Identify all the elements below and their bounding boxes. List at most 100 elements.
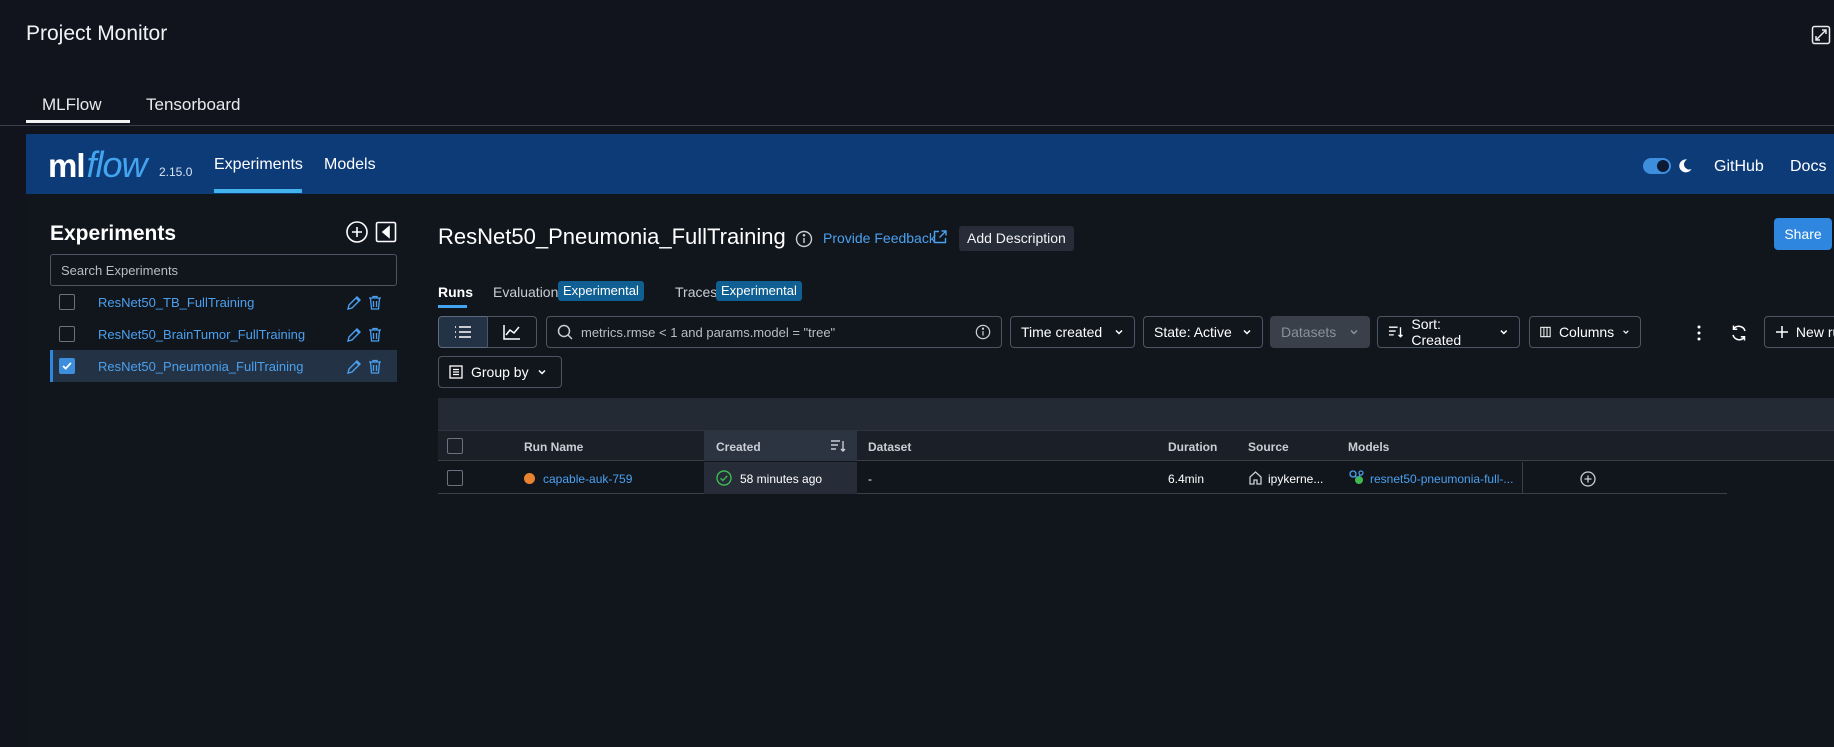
refresh-icon[interactable] <box>1730 324 1748 342</box>
th-models[interactable]: Models <box>1348 440 1389 454</box>
add-experiment-icon[interactable] <box>345 220 369 244</box>
th-run-name[interactable]: Run Name <box>524 440 583 454</box>
model-link[interactable]: resnet50-pneumonia-full-... <box>1370 472 1513 486</box>
trash-icon[interactable] <box>368 359 382 374</box>
nav-experiments[interactable]: Experiments <box>214 156 303 174</box>
runs-search-input[interactable]: metrics.rmse < 1 and params.model = "tre… <box>546 316 1002 348</box>
model-icon <box>1349 470 1364 484</box>
tab-traces[interactable]: Traces <box>675 284 717 300</box>
sort-dropdown[interactable]: Sort: Created <box>1377 316 1520 348</box>
expand-icon[interactable] <box>1811 25 1831 45</box>
dataset-value: - <box>868 472 872 486</box>
new-run-label: New run <box>1795 324 1834 340</box>
tab-mlflow[interactable]: MLFlow <box>42 95 102 115</box>
chart-view-button[interactable] <box>487 316 537 348</box>
sort-desc-icon[interactable] <box>830 439 846 453</box>
toggle-knob <box>1657 160 1669 172</box>
tab-runs[interactable]: Runs <box>438 284 473 300</box>
info-icon[interactable] <box>795 230 813 248</box>
search-icon <box>557 324 573 340</box>
experiment-item-selected[interactable]: ResNet50_Pneumonia_FullTraining <box>50 350 397 382</box>
experiment-checkbox-checked[interactable] <box>59 358 75 374</box>
tab-divider <box>0 125 1834 126</box>
experimental-badge: Experimental <box>558 281 644 301</box>
experiment-title: ResNet50_Pneumonia_FullTraining <box>438 224 786 249</box>
mlflow-frame: ml flow 2.15.0 Experiments Models GitHub … <box>26 134 1834 747</box>
row-checkbox[interactable] <box>447 470 463 486</box>
datasets-dropdown[interactable]: Datasets <box>1270 316 1370 348</box>
experiment-name[interactable]: ResNet50_TB_FullTraining <box>98 295 254 310</box>
edit-icon[interactable] <box>346 359 362 375</box>
experiment-item[interactable]: ResNet50_TB_FullTraining <box>50 286 397 318</box>
experiment-checkbox[interactable] <box>59 294 75 310</box>
th-created[interactable]: Created <box>716 440 761 454</box>
logo-ml-text: ml <box>48 147 86 184</box>
more-options-icon[interactable] <box>1690 324 1708 342</box>
th-dataset[interactable]: Dataset <box>868 440 911 454</box>
external-link-icon[interactable] <box>932 229 948 245</box>
runs-tab-indicator <box>438 305 467 308</box>
version-label: 2.15.0 <box>159 165 193 179</box>
duration-value: 6.4min <box>1168 472 1205 486</box>
edit-icon[interactable] <box>346 327 362 343</box>
chevron-down-icon <box>1350 329 1358 335</box>
tab-tensorboard[interactable]: Tensorboard <box>146 95 241 115</box>
add-column-icon[interactable] <box>1580 471 1596 487</box>
experiment-name[interactable]: ResNet50_BrainTumor_FullTraining <box>98 327 305 342</box>
search-experiments-input[interactable] <box>50 254 397 286</box>
moon-icon <box>1679 159 1692 173</box>
add-description-button[interactable]: Add Description <box>959 226 1074 251</box>
collapse-sidebar-icon[interactable] <box>375 221 397 243</box>
plus-icon <box>1775 326 1788 338</box>
share-button[interactable]: Share <box>1774 218 1832 250</box>
run-status-dot <box>524 473 535 484</box>
table-row[interactable]: capable-auk-759 58 minutes ago - 6.4min … <box>438 462 1727 494</box>
datasets-label: Datasets <box>1281 324 1337 340</box>
list-view-button[interactable] <box>438 316 488 348</box>
list-icon <box>455 326 471 338</box>
time-created-label: Time created <box>1021 324 1103 340</box>
provide-feedback-link[interactable]: Provide Feedback <box>823 230 936 246</box>
time-created-dropdown[interactable]: Time created <box>1010 316 1135 348</box>
th-duration[interactable]: Duration <box>1168 440 1217 454</box>
source-value[interactable]: ipykerne... <box>1268 472 1323 486</box>
column-divider <box>1522 462 1523 494</box>
group-by-dropdown[interactable]: Group by <box>438 356 562 388</box>
columns-dropdown[interactable]: Columns <box>1529 316 1641 348</box>
notebook-icon <box>1249 471 1262 485</box>
th-source[interactable]: Source <box>1248 440 1289 454</box>
sort-label: Sort: Created <box>1411 316 1462 348</box>
experiment-name[interactable]: ResNet50_Pneumonia_FullTraining <box>98 359 303 374</box>
columns-label: Columns <box>1558 324 1615 340</box>
tab-evaluation[interactable]: Evaluation <box>493 284 558 300</box>
edit-icon[interactable] <box>346 295 362 311</box>
nav-models[interactable]: Models <box>324 156 376 174</box>
table-group-header <box>438 398 1834 430</box>
run-name-link[interactable]: capable-auk-759 <box>543 472 632 486</box>
chevron-down-icon <box>1243 329 1251 335</box>
dark-mode-toggle[interactable] <box>1643 158 1671 174</box>
state-label: State: Active <box>1154 324 1232 340</box>
group-by-label: Group by <box>471 364 529 380</box>
columns-icon <box>1540 326 1551 338</box>
chevron-down-icon <box>538 369 546 375</box>
new-run-button[interactable]: New run <box>1764 316 1834 348</box>
docs-link[interactable]: Docs <box>1790 158 1826 176</box>
table-header: Run Name Created Dataset Duration Source… <box>438 430 1834 461</box>
chevron-down-icon <box>1500 330 1508 335</box>
github-link[interactable]: GitHub <box>1714 158 1764 176</box>
runs-search-placeholder: metrics.rmse < 1 and params.model = "tre… <box>581 324 836 340</box>
sort-icon <box>1388 326 1403 338</box>
experiment-checkbox[interactable] <box>59 326 75 342</box>
trash-icon[interactable] <box>368 327 382 342</box>
nav-active-indicator <box>214 189 302 193</box>
chevron-down-icon <box>1623 330 1629 335</box>
state-dropdown[interactable]: State: Active <box>1143 316 1263 348</box>
trash-icon[interactable] <box>368 295 382 310</box>
chart-icon <box>503 325 520 340</box>
mlflow-logo[interactable]: ml flow <box>48 144 148 186</box>
info-icon[interactable] <box>975 324 991 340</box>
experiment-item[interactable]: ResNet50_BrainTumor_FullTraining <box>50 318 397 350</box>
select-all-checkbox[interactable] <box>447 438 463 454</box>
chevron-down-icon <box>1115 329 1123 335</box>
